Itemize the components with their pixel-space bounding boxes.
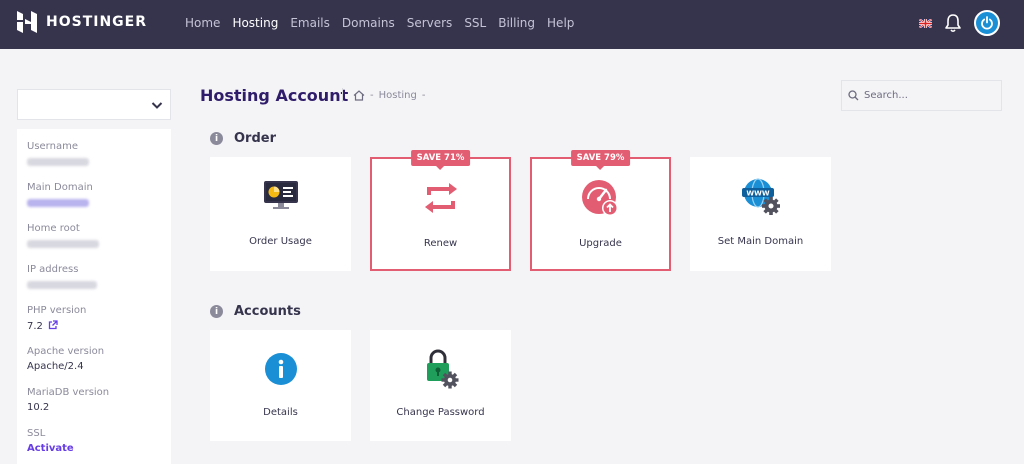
order-usage-icon bbox=[263, 181, 298, 209]
order-section-title: Order bbox=[234, 131, 276, 146]
nav-emails[interactable]: Emails bbox=[290, 16, 330, 30]
home-root-label: Home root bbox=[27, 223, 80, 234]
order-section-header: i Order bbox=[210, 131, 276, 146]
renew-label: Renew bbox=[423, 238, 458, 249]
power-icon bbox=[981, 16, 993, 30]
details-card[interactable]: Details bbox=[210, 330, 351, 441]
mariadb-version-label: MariaDB version bbox=[27, 387, 110, 398]
info-apache-version: Apache version Apache/2.4 bbox=[27, 346, 104, 373]
ssl-label: SSL bbox=[27, 428, 46, 439]
top-right-controls bbox=[919, 10, 1000, 36]
renew-save-badge: SAVE 71% bbox=[410, 150, 471, 170]
breadcrumb-hosting[interactable]: Hosting bbox=[379, 90, 417, 101]
info-circle-icon bbox=[264, 353, 297, 385]
brand-name: HOSTINGER bbox=[46, 14, 148, 30]
nav-domains[interactable]: Domains bbox=[342, 16, 395, 30]
user-avatar[interactable] bbox=[974, 10, 1000, 36]
nav-servers[interactable]: Servers bbox=[407, 16, 453, 30]
chevron-down-icon bbox=[151, 102, 163, 109]
uk-flag-icon[interactable] bbox=[919, 18, 932, 28]
order-usage-card[interactable]: Order Usage bbox=[210, 157, 351, 271]
www-globe-gear-icon: WWW bbox=[741, 178, 780, 215]
mariadb-version-value: 10.2 bbox=[27, 402, 50, 413]
hostinger-logo[interactable]: HOSTINGER bbox=[16, 11, 147, 33]
nav-ssl[interactable]: SSL bbox=[464, 16, 486, 30]
info-icon: i bbox=[210, 132, 223, 145]
apache-version-label: Apache version bbox=[27, 346, 105, 357]
info-username: Username bbox=[27, 141, 89, 166]
info-php-version: PHP version 7.2 bbox=[27, 305, 86, 332]
info-icon: i bbox=[210, 305, 223, 318]
php-version-row: 7.2 bbox=[27, 320, 86, 332]
svg-text:WWW: WWW bbox=[746, 190, 769, 198]
info-home-root: Home root bbox=[27, 223, 99, 248]
info-main-domain: Main Domain bbox=[27, 182, 93, 207]
account-info-panel: Username Main Domain Home root IP addres… bbox=[17, 129, 171, 464]
order-usage-label: Order Usage bbox=[249, 236, 312, 247]
info-ssl: SSL Activate bbox=[27, 428, 74, 455]
username-label: Username bbox=[27, 141, 78, 152]
info-ip-address: IP address bbox=[27, 264, 97, 289]
upgrade-save-badge: SAVE 79% bbox=[570, 150, 631, 170]
notification-bell-icon[interactable] bbox=[944, 13, 962, 33]
upgrade-card[interactable]: SAVE 79% Upgrade bbox=[530, 150, 671, 271]
speedometer-upgrade-icon bbox=[581, 180, 618, 216]
set-main-domain-label: Set Main Domain bbox=[717, 236, 804, 247]
accounts-section-header: i Accounts bbox=[210, 304, 301, 319]
hostinger-logo-icon bbox=[17, 11, 37, 33]
details-label: Details bbox=[263, 407, 298, 418]
main-nav: Home Hosting Emails Domains Servers SSL … bbox=[185, 16, 586, 30]
change-password-label: Change Password bbox=[396, 407, 485, 418]
nav-help[interactable]: Help bbox=[547, 16, 574, 30]
accounts-section-title: Accounts bbox=[234, 304, 301, 319]
info-mariadb-version: MariaDB version 10.2 bbox=[27, 387, 109, 414]
padlock-gear-icon bbox=[426, 349, 458, 389]
ssl-activate-link[interactable]: Activate bbox=[27, 443, 74, 455]
php-version-value: 7.2 bbox=[27, 321, 43, 332]
change-password-card[interactable]: Change Password bbox=[370, 330, 511, 441]
upgrade-label: Upgrade bbox=[579, 238, 622, 249]
breadcrumb-separator: - bbox=[370, 89, 374, 101]
nav-hosting[interactable]: Hosting bbox=[232, 16, 278, 30]
username-value-redacted bbox=[27, 158, 89, 166]
nav-billing[interactable]: Billing bbox=[498, 16, 535, 30]
set-main-domain-card[interactable]: WWW Set Main Domain bbox=[690, 157, 831, 271]
nav-home[interactable]: Home bbox=[185, 16, 220, 30]
apache-version-value: Apache/2.4 bbox=[27, 361, 84, 372]
main-domain-label: Main Domain bbox=[27, 182, 93, 193]
search-input[interactable] bbox=[864, 90, 994, 101]
renew-card[interactable]: SAVE 71% Renew bbox=[370, 150, 511, 271]
ip-address-value-redacted bbox=[27, 281, 97, 289]
breadcrumb-separator-trailing: - bbox=[421, 89, 426, 101]
home-root-value-redacted bbox=[27, 240, 99, 248]
renew-icon bbox=[424, 183, 457, 213]
search-icon bbox=[848, 90, 859, 101]
breadcrumb: - Hosting - bbox=[342, 88, 430, 102]
account-select[interactable] bbox=[17, 89, 171, 120]
external-link-icon[interactable] bbox=[48, 320, 58, 330]
page-title: Hosting Account bbox=[200, 86, 349, 105]
search-box bbox=[841, 80, 1002, 111]
top-navbar: HOSTINGER Home Hosting Emails Domains Se… bbox=[0, 0, 1024, 49]
php-version-label: PHP version bbox=[27, 305, 87, 316]
ip-address-label: IP address bbox=[27, 264, 79, 275]
home-icon[interactable] bbox=[353, 89, 365, 101]
main-domain-value-redacted[interactable] bbox=[27, 199, 89, 207]
